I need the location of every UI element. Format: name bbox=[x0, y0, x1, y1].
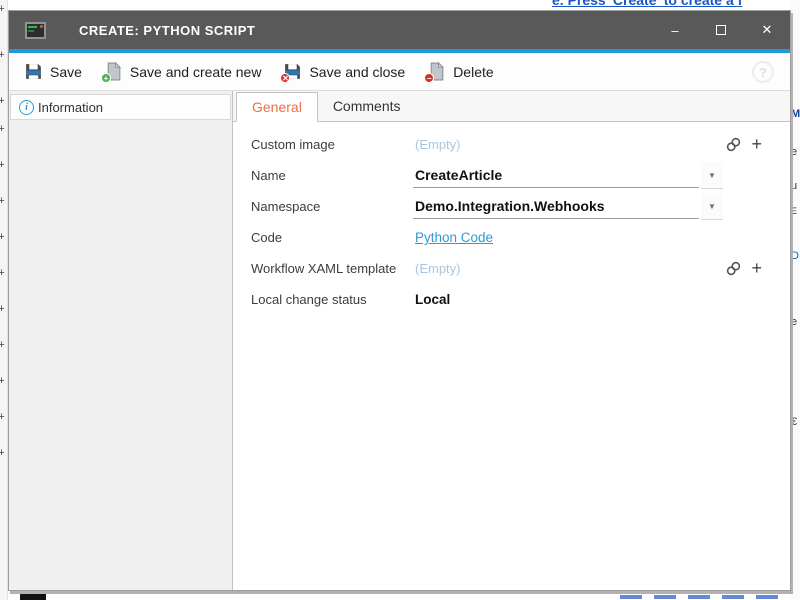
save-icon bbox=[24, 62, 43, 81]
maximize-icon bbox=[716, 25, 726, 35]
tree-expander-icon: + bbox=[0, 196, 7, 206]
code-label: Code bbox=[251, 230, 413, 245]
background-taskbar-fragment bbox=[20, 592, 46, 600]
dialog-title: CREATE: PYTHON SCRIPT bbox=[79, 23, 255, 38]
field-row-code: Code Python Code bbox=[251, 222, 762, 253]
background-tree-strip: + + + + + + + + + + + + + bbox=[0, 0, 8, 600]
local-change-status-value: Local bbox=[413, 292, 450, 307]
tab-bar: General Comments bbox=[233, 91, 790, 122]
name-input[interactable]: CreateArticle bbox=[413, 164, 699, 188]
main-column: General Comments Custom image (Empty) + bbox=[233, 91, 790, 590]
custom-image-value: (Empty) bbox=[413, 137, 461, 152]
tree-expander-icon: + bbox=[0, 304, 7, 314]
background-right-strip: M e u E D e € bbox=[791, 0, 800, 600]
help-button[interactable]: ? bbox=[752, 61, 774, 83]
information-label: Information bbox=[38, 100, 103, 115]
tab-general[interactable]: General bbox=[236, 92, 318, 122]
general-tab-content: Custom image (Empty) + Name bbox=[233, 122, 790, 590]
field-row-local-change-status: Local change status Local bbox=[251, 284, 762, 315]
workflow-xaml-template-value: (Empty) bbox=[413, 261, 461, 276]
maximize-button[interactable] bbox=[698, 11, 744, 49]
namespace-label: Namespace bbox=[251, 199, 413, 214]
name-dropdown-button[interactable]: ▼ bbox=[701, 162, 723, 189]
save-close-icon: ✕ bbox=[283, 62, 302, 81]
minimize-button[interactable]: – bbox=[652, 11, 698, 49]
info-icon: i bbox=[19, 100, 34, 115]
background-text-fragment: E bbox=[791, 206, 797, 216]
add-new-icon[interactable]: + bbox=[751, 260, 762, 277]
close-button[interactable]: ✕ bbox=[744, 11, 790, 49]
tree-expander-icon: + bbox=[0, 4, 7, 14]
namespace-dropdown-button[interactable]: ▼ bbox=[701, 193, 723, 220]
python-code-link[interactable]: Python Code bbox=[413, 230, 493, 245]
chevron-down-icon: ▼ bbox=[708, 171, 716, 180]
save-label: Save bbox=[50, 64, 82, 80]
background-text-fragment: u bbox=[791, 180, 797, 192]
dialog-toolbar: Save + Save and create new ✕ bbox=[9, 53, 790, 91]
sidebar-panel: i Information bbox=[9, 91, 233, 590]
save-create-new-icon: + bbox=[104, 62, 123, 81]
delete-icon: – bbox=[427, 62, 446, 81]
background-text-fragment bbox=[620, 595, 780, 599]
local-change-status-label: Local change status bbox=[251, 292, 413, 307]
dialog-titlebar[interactable]: CREATE: PYTHON SCRIPT – ✕ bbox=[9, 11, 790, 49]
background-text-fragment: D bbox=[791, 250, 799, 262]
python-script-window-icon bbox=[25, 22, 46, 39]
save-button[interactable]: Save bbox=[13, 53, 93, 90]
background-text-fragment: e bbox=[791, 316, 797, 328]
name-label: Name bbox=[251, 168, 413, 183]
create-python-script-dialog: CREATE: PYTHON SCRIPT – ✕ Save bbox=[8, 10, 791, 591]
chevron-down-icon: ▼ bbox=[708, 202, 716, 211]
delete-button[interactable]: – Delete bbox=[416, 53, 504, 90]
sidebar-item-information[interactable]: i Information bbox=[10, 94, 231, 120]
custom-image-label: Custom image bbox=[251, 137, 413, 152]
delete-label: Delete bbox=[453, 64, 493, 80]
field-row-workflow-xaml-template: Workflow XAML template (Empty) + bbox=[251, 253, 762, 284]
background-text-fragment: M bbox=[791, 108, 800, 120]
tree-expander-icon: + bbox=[0, 448, 7, 458]
tree-expander-icon: + bbox=[0, 412, 7, 422]
save-and-close-label: Save and close bbox=[309, 64, 405, 80]
dialog-body: i Information General Comments Custom im… bbox=[9, 91, 790, 590]
save-and-close-button[interactable]: ✕ Save and close bbox=[272, 53, 416, 90]
tree-expander-icon: + bbox=[0, 340, 7, 350]
field-row-namespace: Namespace Demo.Integration.Webhooks ▼ bbox=[251, 191, 762, 222]
select-existing-link-icon[interactable] bbox=[725, 260, 742, 277]
workflow-xaml-template-label: Workflow XAML template bbox=[251, 261, 413, 276]
field-row-custom-image: Custom image (Empty) + bbox=[251, 129, 762, 160]
field-row-name: Name CreateArticle ▼ bbox=[251, 160, 762, 191]
tree-expander-icon: + bbox=[0, 50, 7, 60]
tree-expander-icon: + bbox=[0, 160, 7, 170]
namespace-input[interactable]: Demo.Integration.Webhooks bbox=[413, 195, 699, 219]
background-text-fragment: e. Press 'Create' to create a f bbox=[552, 0, 742, 8]
select-existing-link-icon[interactable] bbox=[725, 136, 742, 153]
tree-expander-icon: + bbox=[0, 232, 7, 242]
save-and-create-new-button[interactable]: + Save and create new bbox=[93, 53, 273, 90]
tree-expander-icon: + bbox=[0, 96, 7, 106]
tree-expander-icon: + bbox=[0, 124, 7, 134]
add-new-icon[interactable]: + bbox=[751, 136, 762, 153]
save-and-create-new-label: Save and create new bbox=[130, 64, 262, 80]
tree-expander-icon: + bbox=[0, 268, 7, 278]
tab-comments[interactable]: Comments bbox=[318, 91, 416, 121]
background-text-fragment: e bbox=[791, 146, 797, 158]
background-text-fragment: € bbox=[791, 416, 797, 428]
tree-expander-icon: + bbox=[0, 376, 7, 386]
